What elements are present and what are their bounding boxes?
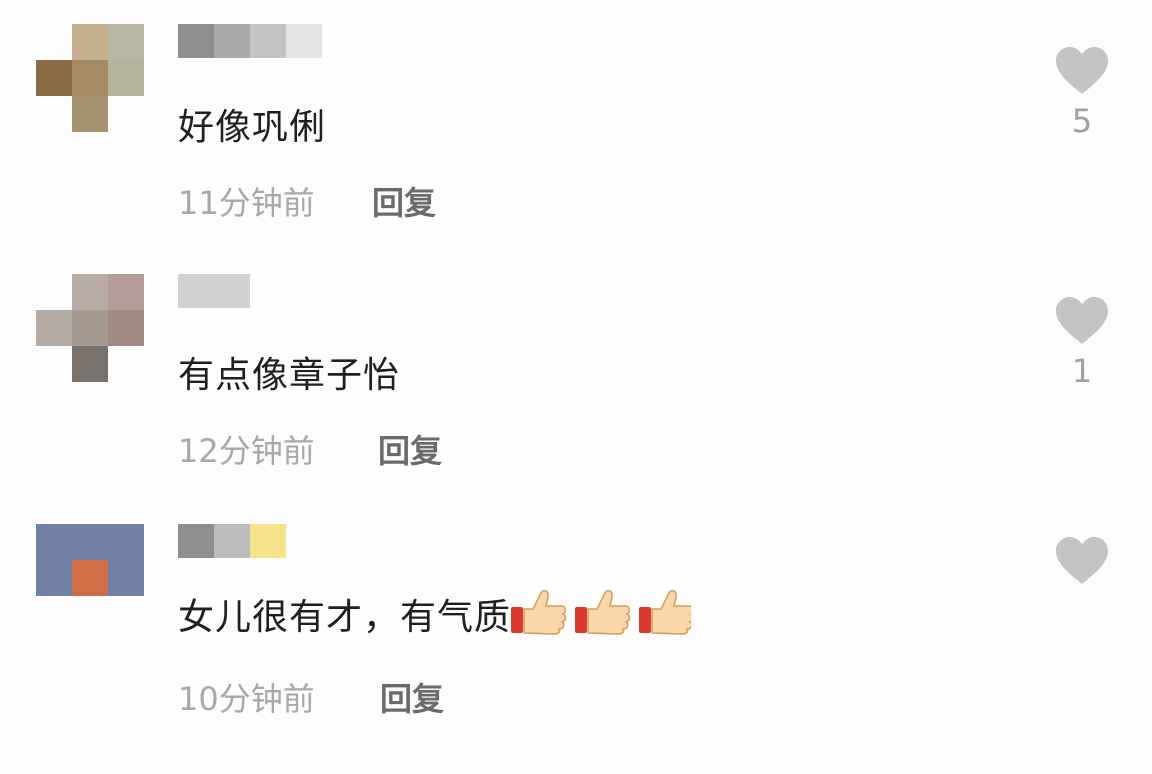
like-button[interactable]: 5 bbox=[1050, 46, 1114, 140]
heart-icon bbox=[1056, 537, 1108, 584]
like-button[interactable] bbox=[1050, 536, 1114, 586]
avatar[interactable] bbox=[36, 274, 144, 382]
reply-button[interactable]: 回复 bbox=[372, 178, 436, 224]
comment-time: 10分钟前 bbox=[178, 680, 315, 718]
heart-icon bbox=[1056, 297, 1108, 344]
comment-text: 好像巩俐 bbox=[178, 107, 327, 148]
heart-icon bbox=[1056, 47, 1108, 94]
comment-text-body: 女儿很有才，有气质 bbox=[178, 597, 512, 638]
thumbs-up-icon bbox=[511, 589, 695, 644]
comment-time: 11分钟前 bbox=[178, 184, 315, 222]
like-count: 5 bbox=[1071, 102, 1093, 140]
comment-text: 有点像章子怡 bbox=[178, 355, 401, 396]
comment-time: 12分钟前 bbox=[178, 432, 315, 470]
reply-button[interactable]: 回复 bbox=[380, 674, 444, 720]
comment-list: 好像巩俐 11分钟前 回复 5 有点像章子怡 12分钟前 回复 1 女儿很有才，… bbox=[0, 0, 1152, 774]
like-button[interactable]: 1 bbox=[1050, 296, 1114, 390]
reply-button[interactable]: 回复 bbox=[378, 426, 442, 472]
avatar[interactable] bbox=[36, 524, 144, 596]
like-count: 1 bbox=[1071, 352, 1093, 390]
avatar[interactable] bbox=[36, 24, 144, 132]
comment-text: 女儿很有才，有气质 bbox=[178, 588, 695, 644]
